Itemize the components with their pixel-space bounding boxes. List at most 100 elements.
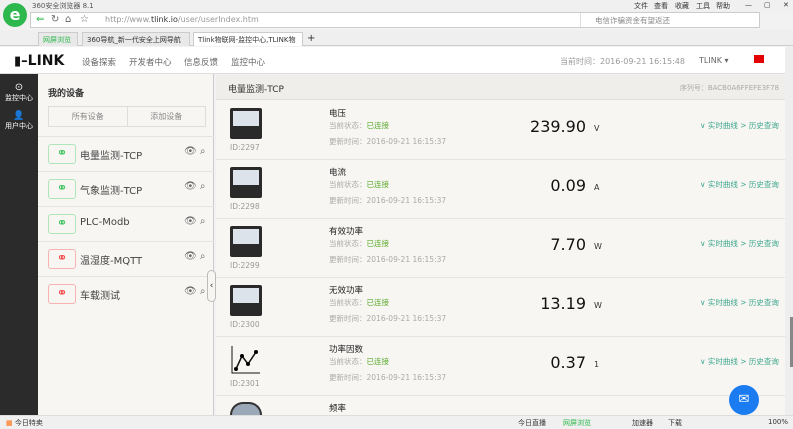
link-icon: ⚭ bbox=[48, 249, 76, 269]
link-icon: ⚭ bbox=[48, 214, 76, 234]
sensor-id: ID:2300 bbox=[230, 320, 260, 329]
rail-monitor[interactable]: ⊙监控中心 bbox=[0, 82, 38, 103]
home-icon[interactable]: ⌂ bbox=[65, 14, 71, 25]
browser-logo-icon: e bbox=[3, 3, 27, 27]
status-value: 已连接 bbox=[367, 357, 390, 366]
eye-icon[interactable]: 👁 bbox=[184, 286, 197, 297]
url-input[interactable]: http://www.tlink.io/user/userIndex.htm bbox=[105, 15, 259, 24]
brand-text: LINK bbox=[28, 53, 65, 69]
realtime-history-links[interactable]: ∨ 实时曲线 > 历史查询 bbox=[700, 238, 779, 249]
gauge-icon bbox=[230, 402, 262, 415]
link-icon: ⚭ bbox=[48, 284, 76, 304]
sensor-status: 当前状态：已连接 bbox=[329, 120, 389, 131]
realtime-history-links[interactable]: ∨ 实时曲线 > 历史查询 bbox=[700, 356, 779, 367]
menu-view[interactable]: 查看 bbox=[654, 1, 668, 11]
search-icon[interactable]: ⌕ bbox=[200, 181, 206, 192]
new-tab-button[interactable]: + bbox=[307, 33, 315, 44]
device-actions: 👁 ⌕ bbox=[184, 216, 206, 227]
menu-favorites[interactable]: 收藏 bbox=[675, 1, 689, 11]
scrollbar[interactable] bbox=[785, 47, 793, 415]
status-value: 已连接 bbox=[367, 239, 390, 248]
eye-icon[interactable]: 👁 bbox=[184, 216, 197, 227]
star-icon[interactable]: ☆ bbox=[80, 14, 89, 25]
sensor-id: ID:2301 bbox=[230, 379, 260, 388]
sensor-update-time: 更新时间：2016-09-21 16:15:37 bbox=[329, 372, 446, 383]
collapse-panel-handle[interactable]: ‹ bbox=[207, 270, 216, 302]
status-download[interactable]: 下载 bbox=[668, 418, 682, 428]
device-item[interactable]: ⚭ 气象监测-TCP 👁 ⌕ bbox=[38, 171, 214, 206]
search-input[interactable]: 电信诈骗资金有望返还 bbox=[580, 13, 742, 27]
device-name: PLC-Modb bbox=[80, 217, 130, 228]
device-item[interactable]: ⚭ PLC-Modb 👁 ⌕ bbox=[38, 206, 214, 241]
nav-developer[interactable]: 开发者中心 bbox=[129, 56, 172, 68]
status-value: 已连接 bbox=[367, 121, 390, 130]
status-value: 已连接 bbox=[367, 298, 390, 307]
main-content: 电量监测-TCP 序列号：BACB0A6FFEFE3F78 ID:2297 电压… bbox=[216, 75, 785, 415]
realtime-history-links[interactable]: ∨ 实时曲线 > 历史查询 bbox=[700, 297, 779, 308]
sensor-row: ID:2301 功率因数 当前状态：已连接 更新时间：2016-09-21 16… bbox=[216, 337, 785, 396]
all-devices-button[interactable]: 所有设备 bbox=[49, 107, 127, 126]
sensor-row: ID:2298 电流 当前状态：已连接 更新时间：2016-09-21 16:1… bbox=[216, 160, 785, 219]
realtime-history-links[interactable]: ∨ 实时曲线 > 历史查询 bbox=[700, 120, 779, 131]
daily-deals-label: 今日特卖 bbox=[15, 419, 43, 427]
rail-user[interactable]: 👤用户中心 bbox=[0, 111, 38, 131]
tab-360-nav[interactable]: 360导航_新一代安全上网导航 bbox=[82, 32, 190, 46]
sensor-status: 当前状态：已连接 bbox=[329, 356, 389, 367]
maximize-button[interactable]: ▢ bbox=[764, 1, 771, 9]
close-window-button[interactable]: ✕ bbox=[783, 1, 789, 9]
minimize-button[interactable]: — bbox=[745, 1, 752, 9]
menu-file[interactable]: 文件 bbox=[634, 1, 648, 11]
search-icon[interactable]: ⌕ bbox=[200, 146, 206, 157]
nav-device-explore[interactable]: 设备探索 bbox=[82, 56, 116, 68]
rail-user-label: 用户中心 bbox=[0, 121, 38, 131]
tlink-logo[interactable]: ▮–LINK bbox=[14, 53, 64, 69]
mail-icon: ✉ bbox=[739, 392, 750, 407]
eye-icon[interactable]: 👁 bbox=[184, 181, 197, 192]
user-menu[interactable]: TLINK ▾ bbox=[699, 56, 729, 65]
status-accelerator[interactable]: 加速器 bbox=[632, 418, 653, 428]
search-icon[interactable]: ⌕ bbox=[200, 216, 206, 227]
status-value: 已连接 bbox=[367, 180, 390, 189]
search-icon[interactable]: ⌕ bbox=[200, 251, 206, 262]
menu-help[interactable]: 帮助 bbox=[716, 1, 730, 11]
china-flag-icon[interactable] bbox=[754, 55, 764, 63]
status-label: 当前状态： bbox=[329, 239, 367, 248]
device-item[interactable]: ⚭ 电量监测-TCP 👁 ⌕ bbox=[38, 136, 214, 171]
url-path: /user/userIndex.htm bbox=[178, 15, 259, 24]
status-screen[interactable]: 网屏浏览 bbox=[563, 418, 591, 428]
link-icon: ⚭ bbox=[48, 144, 76, 164]
device-item[interactable]: ⚭ 温湿度-MQTT 👁 ⌕ bbox=[38, 241, 214, 276]
device-actions: 👁 ⌕ bbox=[184, 251, 206, 262]
sensor-id: ID:2298 bbox=[230, 202, 260, 211]
refresh-icon[interactable]: ↻ bbox=[51, 14, 59, 25]
device-name: 气象监测-TCP bbox=[80, 182, 142, 197]
sensor-name: 频率 bbox=[329, 402, 346, 414]
status-live[interactable]: 今日直播 bbox=[518, 418, 546, 428]
add-device-button[interactable]: 添加设备 bbox=[127, 107, 206, 126]
rail-monitor-label: 监控中心 bbox=[0, 93, 38, 103]
search-icon[interactable]: ⌕ bbox=[200, 286, 206, 297]
message-button[interactable]: ✉ bbox=[729, 385, 759, 415]
back-icon[interactable]: ⇐ bbox=[36, 14, 44, 25]
eye-icon[interactable]: 👁 bbox=[184, 251, 197, 262]
tab-screen-browse[interactable]: 网屏浏览 bbox=[38, 32, 78, 46]
sensor-row: ID:2297 电压 当前状态：已连接 更新时间：2016-09-21 16:1… bbox=[216, 101, 785, 160]
left-rail: ⊙监控中心 👤用户中心 bbox=[0, 74, 38, 415]
panel-title: 我的设备 bbox=[48, 86, 84, 99]
nav-monitor[interactable]: 监控中心 bbox=[231, 56, 265, 68]
zoom-level[interactable]: 100% bbox=[768, 418, 788, 426]
device-actions: 👁 ⌕ bbox=[184, 286, 206, 297]
daily-deals[interactable]: ▦ 今日特卖 bbox=[6, 418, 43, 428]
realtime-history-links[interactable]: ∨ 实时曲线 > 历史查询 bbox=[700, 179, 779, 190]
sensor-status: 当前状态：已连接 bbox=[329, 179, 389, 190]
nav-feedback[interactable]: 信息反馈 bbox=[184, 56, 218, 68]
user-icon: 👤 bbox=[0, 111, 38, 121]
gauge-icon bbox=[230, 226, 262, 257]
sensor-row: ID:2300 无效功率 当前状态：已连接 更新时间：2016-09-21 16… bbox=[216, 278, 785, 337]
sensor-id: ID:2299 bbox=[230, 261, 260, 270]
eye-icon[interactable]: 👁 bbox=[184, 146, 197, 157]
device-header: 电量监测-TCP 序列号：BACB0A6FFEFE3F78 bbox=[216, 75, 785, 100]
menu-tools[interactable]: 工具 bbox=[696, 1, 710, 11]
device-item[interactable]: ⚭ 车载测试 👁 ⌕ bbox=[38, 276, 214, 311]
tab-tlink[interactable]: Tlink物联网-监控中心,TLINK物 bbox=[193, 32, 303, 46]
